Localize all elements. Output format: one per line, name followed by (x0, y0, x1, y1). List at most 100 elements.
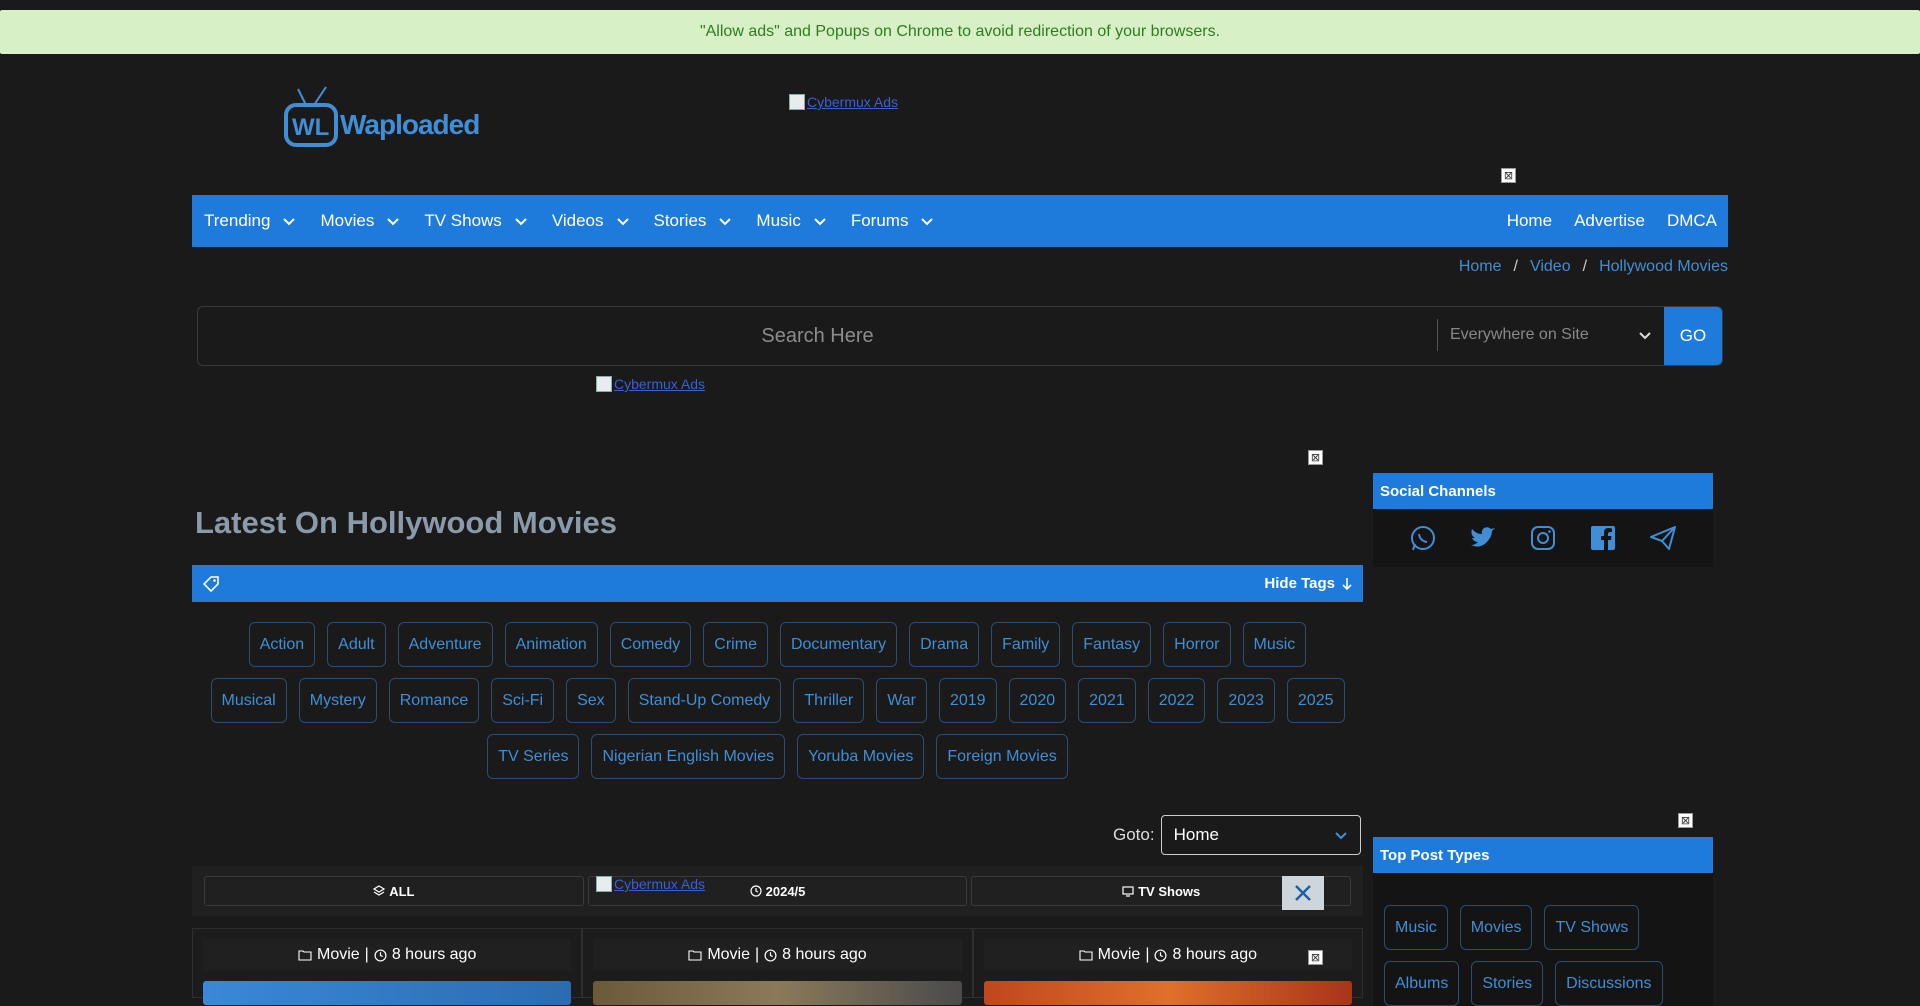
breadcrumb-home[interactable]: Home (1459, 258, 1502, 276)
nav-videos[interactable]: Videos (540, 195, 642, 247)
tag-chip[interactable]: Thriller (793, 678, 865, 723)
tag-chip[interactable]: 2019 (938, 678, 997, 723)
ad-alt-text: Cybermux Ads (614, 876, 706, 892)
nav-advertise[interactable]: Advertise (1563, 195, 1656, 247)
twitter-icon[interactable] (1468, 523, 1498, 553)
nav-tv-shows[interactable]: TV Shows (412, 195, 539, 247)
folder-icon (688, 950, 702, 961)
broken-image-icon (789, 94, 805, 110)
post-card[interactable]: Movie | 8 hours ago (582, 928, 973, 1005)
redirect-notice: "Allow ads" and Popups on Chrome to avoi… (0, 10, 1920, 54)
tag-chip[interactable]: Nigerian English Movies (591, 734, 786, 779)
goto-select[interactable]: Home (1160, 815, 1361, 855)
folder-icon (298, 950, 312, 961)
post-type-chip[interactable]: Albums (1384, 961, 1460, 1006)
search-input[interactable] (198, 307, 1437, 365)
broken-image-icon (596, 876, 612, 892)
search-go-button[interactable]: GO (1664, 307, 1722, 365)
tag-chip[interactable]: Yoruba Movies (797, 734, 925, 779)
site-logo[interactable]: WL Waploaded (284, 85, 480, 151)
search-scope-value: Everywhere on Site (1450, 326, 1589, 343)
card-meta: Movie | 8 hours ago (983, 939, 1352, 971)
close-ad-button[interactable] (1282, 876, 1324, 910)
post-type-chip[interactable]: Movies (1459, 905, 1533, 950)
tag-chip[interactable]: Drama (909, 622, 980, 667)
breadcrumb: Home / Video / Hollywood Movies (1459, 258, 1728, 276)
tag-chip[interactable]: Romance (388, 678, 480, 723)
tag-chip[interactable]: Mystery (298, 678, 377, 723)
post-type-chip[interactable]: TV Shows (1544, 905, 1640, 950)
tag-chip[interactable]: Adventure (397, 622, 493, 667)
nav-forums[interactable]: Forums (839, 195, 947, 247)
tag-chip[interactable]: Musical (210, 678, 287, 723)
card-thumbnail[interactable] (593, 981, 962, 1005)
tag-chip[interactable]: Stand-Up Comedy (627, 678, 782, 723)
tag-chip[interactable]: Action (248, 622, 316, 667)
tag-chip[interactable]: Foreign Movies (936, 734, 1068, 779)
tag-chip[interactable]: Crime (703, 622, 768, 667)
ad-close-icon[interactable]: ⊠ (1308, 950, 1323, 965)
tag-chip[interactable]: Sci-Fi (491, 678, 555, 723)
tag-chip[interactable]: 2020 (1008, 678, 1067, 723)
breadcrumb-separator: / (1513, 258, 1518, 275)
ad-close-icon[interactable]: ⊠ (1501, 168, 1516, 183)
ad-close-icon[interactable]: ⊠ (1678, 813, 1693, 828)
whatsapp-icon[interactable] (1408, 523, 1438, 553)
tag-chip[interactable]: Adult (327, 622, 386, 667)
post-card[interactable]: Movie | 8 hours ago (192, 928, 583, 1005)
nav-stories[interactable]: Stories (642, 195, 745, 247)
facebook-icon[interactable] (1588, 523, 1618, 553)
filter-all-button[interactable]: ALL (204, 876, 584, 906)
card-thumbnail[interactable] (203, 981, 572, 1005)
tag-chip[interactable]: Family (991, 622, 1061, 667)
tag-chip[interactable]: Documentary (779, 622, 898, 667)
nav-movies[interactable]: Movies (308, 195, 412, 247)
post-type-chip[interactable]: Stories (1471, 961, 1544, 1006)
tag-chip[interactable]: Fantasy (1072, 622, 1152, 667)
breadcrumb-video[interactable]: Video (1530, 258, 1571, 276)
post-type-chip[interactable]: Music (1384, 905, 1448, 950)
nav-music[interactable]: Music (744, 195, 838, 247)
nav-dmca[interactable]: DMCA (1656, 195, 1728, 247)
goto-label: Goto: (1113, 825, 1155, 844)
tag-chip[interactable]: Comedy (609, 622, 692, 667)
tag-chip[interactable]: 2021 (1078, 678, 1136, 723)
tag-list: Action Adult Adventure Animation Comedy Crime… (192, 622, 1363, 779)
svg-text:WL: WL (292, 114, 329, 141)
logo-text: Waploaded (340, 109, 480, 140)
tag-chip[interactable]: TV Series (487, 734, 580, 779)
ad-close-icon[interactable]: ⊠ (1308, 450, 1323, 465)
hide-tags-button[interactable]: Hide Tags (1264, 575, 1353, 592)
social-channels-box: Social Channels (1373, 473, 1713, 567)
ad-alt-text: Cybermux Ads (614, 376, 706, 392)
chevron-down-icon (616, 218, 629, 226)
telegram-icon[interactable] (1648, 523, 1678, 553)
ad-alt-text: Cybermux Ads (807, 94, 899, 110)
search-scope-select[interactable]: Everywhere on Site (1437, 319, 1664, 351)
tag-chip[interactable]: Animation (504, 622, 598, 667)
tag-icon (202, 575, 219, 592)
post-type-chip[interactable]: Discussions (1555, 961, 1663, 1006)
post-card[interactable]: Movie | 8 hours ago (972, 928, 1363, 1005)
goto-control: Goto: Home (1113, 815, 1361, 855)
clock-icon (374, 948, 387, 962)
page-title: Latest On Hollywood Movies (195, 505, 617, 540)
tag-chip[interactable]: Music (1242, 622, 1307, 667)
tag-chip[interactable]: 2025 (1286, 678, 1345, 723)
content-ad[interactable]: Cybermux Ads (596, 376, 705, 392)
tag-chip[interactable]: 2022 (1147, 678, 1206, 723)
nav-home[interactable]: Home (1496, 195, 1563, 247)
tag-chip[interactable]: Horror (1163, 622, 1231, 667)
tag-chip[interactable]: Sex (566, 678, 616, 723)
broken-image-icon (596, 376, 612, 392)
instagram-icon[interactable] (1528, 523, 1558, 553)
breadcrumb-hollywood-movies[interactable]: Hollywood Movies (1599, 258, 1728, 276)
tag-chip[interactable]: War (876, 678, 927, 723)
filter-ad[interactable]: Cybermux Ads (596, 876, 705, 892)
card-thumbnail[interactable] (983, 981, 1352, 1005)
nav-trending[interactable]: Trending (192, 195, 308, 247)
tv-icon (1122, 886, 1134, 897)
tag-chip[interactable]: 2023 (1217, 678, 1275, 723)
header-ad[interactable]: Cybermux Ads (789, 94, 898, 110)
chevron-down-icon (1639, 332, 1651, 340)
